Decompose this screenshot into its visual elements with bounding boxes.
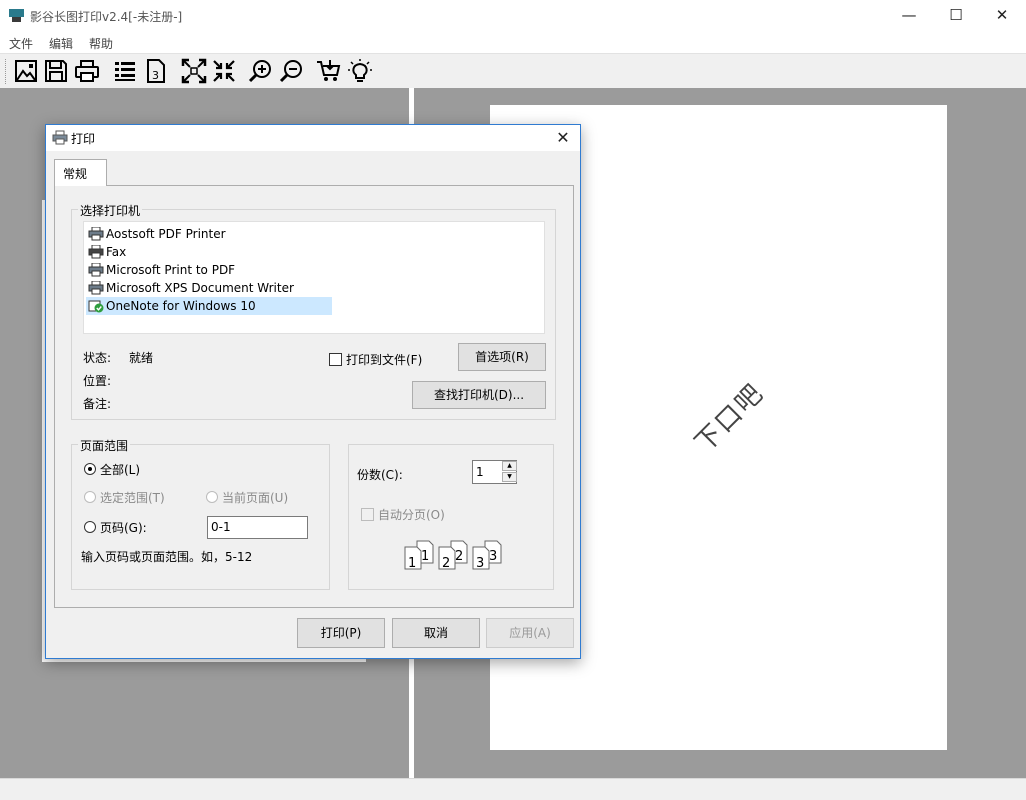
fax-icon — [88, 245, 104, 259]
status-label: 状态: — [83, 351, 112, 365]
preferences-button[interactable]: 首选项(R) — [458, 343, 546, 371]
zoom-in-icon[interactable] — [248, 58, 274, 84]
tab-general-label: 常规 — [63, 167, 88, 181]
status-value: 就绪 — [129, 351, 154, 365]
collate-digit: 1 — [421, 549, 429, 564]
print-to-file-checkbox[interactable] — [329, 353, 342, 366]
close-window-button[interactable]: ✕ — [979, 0, 1025, 31]
printer-icon — [88, 281, 104, 295]
menu-bar: 文件 编辑 帮助 — [0, 31, 1026, 53]
copies-decrement-button[interactable]: ▼ — [502, 472, 517, 482]
page-range-hint: 输入页码或页面范围。如，5-12 — [81, 550, 253, 564]
printer-icon — [88, 263, 104, 277]
printer-icon — [52, 130, 68, 145]
printer-icon — [88, 227, 104, 241]
dialog-close-button[interactable]: ✕ — [552, 127, 574, 149]
title-bar: 影谷长图打印v2.4[-未注册-] — ☐ ✕ — [0, 0, 1026, 31]
pages-radio[interactable] — [84, 521, 96, 533]
tab-general[interactable]: 常规 — [54, 159, 107, 186]
printer-name: Aostsoft PDF Printer — [106, 227, 226, 241]
menu-help[interactable]: 帮助 — [89, 35, 113, 52]
location-label: 位置: — [83, 374, 112, 388]
find-printer-button[interactable]: 查找打印机(D)... — [412, 381, 546, 409]
vertical-scrollbar[interactable] — [1020, 88, 1026, 778]
print-icon[interactable] — [74, 58, 100, 84]
menu-file[interactable]: 文件 — [9, 35, 33, 52]
selection-radio[interactable] — [84, 491, 96, 503]
collate-digit: 3 — [476, 556, 484, 571]
menu-edit[interactable]: 编辑 — [49, 35, 73, 52]
lightbulb-icon[interactable] — [347, 58, 373, 84]
zoom-out-icon[interactable] — [279, 58, 305, 84]
print-to-file-label[interactable]: 打印到文件(F) — [346, 351, 422, 368]
page-list-icon[interactable] — [112, 58, 138, 84]
printer-item[interactable]: Microsoft Print to PDF — [86, 261, 332, 279]
collate-pages-icon: 1 1 — [403, 539, 439, 571]
status-bar — [0, 778, 1026, 800]
toolbar: 3 — [0, 53, 1026, 88]
apply-button[interactable]: 应用(A) — [486, 618, 574, 648]
minimize-button[interactable]: — — [886, 0, 932, 31]
collate-digit: 2 — [455, 549, 463, 564]
open-image-icon[interactable] — [13, 58, 39, 84]
dialog-title: 打印 — [71, 132, 96, 146]
all-pages-radio[interactable] — [84, 463, 96, 475]
app-icon — [9, 9, 24, 22]
page-number-icon[interactable]: 3 — [143, 58, 169, 84]
dialog-title-bar: 打印 ✕ — [46, 125, 580, 151]
print-button[interactable]: 打印(P) — [297, 618, 385, 648]
collate-pages-icon: 3 3 — [471, 539, 507, 571]
toolbar-grip — [5, 59, 8, 84]
printer-item[interactable]: Microsoft XPS Document Writer — [86, 279, 332, 297]
printer-item[interactable]: Aostsoft PDF Printer — [86, 225, 332, 243]
copies-label: 份数(C): — [357, 468, 403, 482]
svg-text:3: 3 — [152, 69, 159, 82]
selection-label[interactable]: 选定范围(T) — [100, 489, 165, 506]
printer-name: Microsoft XPS Document Writer — [106, 281, 294, 295]
collate-pages-icon: 2 2 — [437, 539, 473, 571]
fit-page-icon[interactable] — [181, 58, 207, 84]
save-icon[interactable] — [43, 58, 69, 84]
comment-label: 备注: — [83, 397, 112, 411]
actual-size-icon[interactable] — [211, 58, 237, 84]
cart-icon[interactable] — [316, 58, 342, 84]
collate-digit: 2 — [442, 556, 450, 571]
current-page-label[interactable]: 当前页面(U) — [222, 489, 288, 506]
collate-digit: 3 — [489, 549, 497, 564]
printer-name: Fax — [106, 245, 127, 259]
page-range-legend: 页面范围 — [78, 437, 131, 454]
pages-input[interactable]: 0-1 — [207, 516, 308, 539]
default-printer-icon — [88, 300, 104, 313]
printer-item-selected[interactable]: OneNote for Windows 10 — [86, 297, 332, 315]
maximize-button[interactable]: ☐ — [933, 0, 979, 31]
collate-digit: 1 — [408, 556, 416, 571]
current-page-radio[interactable] — [206, 491, 218, 503]
select-printer-legend: 选择打印机 — [78, 202, 143, 219]
copies-increment-button[interactable]: ▲ — [502, 461, 517, 471]
collate-checkbox[interactable] — [361, 508, 374, 521]
app-title: 影谷长图打印v2.4[-未注册-] — [30, 10, 183, 24]
collate-label[interactable]: 自动分页(O) — [378, 506, 445, 523]
cancel-button[interactable]: 取消 — [392, 618, 480, 648]
printer-name: Microsoft Print to PDF — [106, 263, 236, 277]
all-pages-label[interactable]: 全部(L) — [100, 461, 140, 478]
printer-item[interactable]: Fax — [86, 243, 332, 261]
printer-name: OneNote for Windows 10 — [106, 299, 256, 313]
pages-label[interactable]: 页码(G): — [100, 519, 147, 536]
printer-list[interactable]: Aostsoft PDF Printer Fax Microsoft Print… — [83, 221, 545, 334]
print-dialog: 打印 ✕ 常规 选择打印机 Aostsoft PDF Printer Fax M… — [45, 124, 581, 659]
